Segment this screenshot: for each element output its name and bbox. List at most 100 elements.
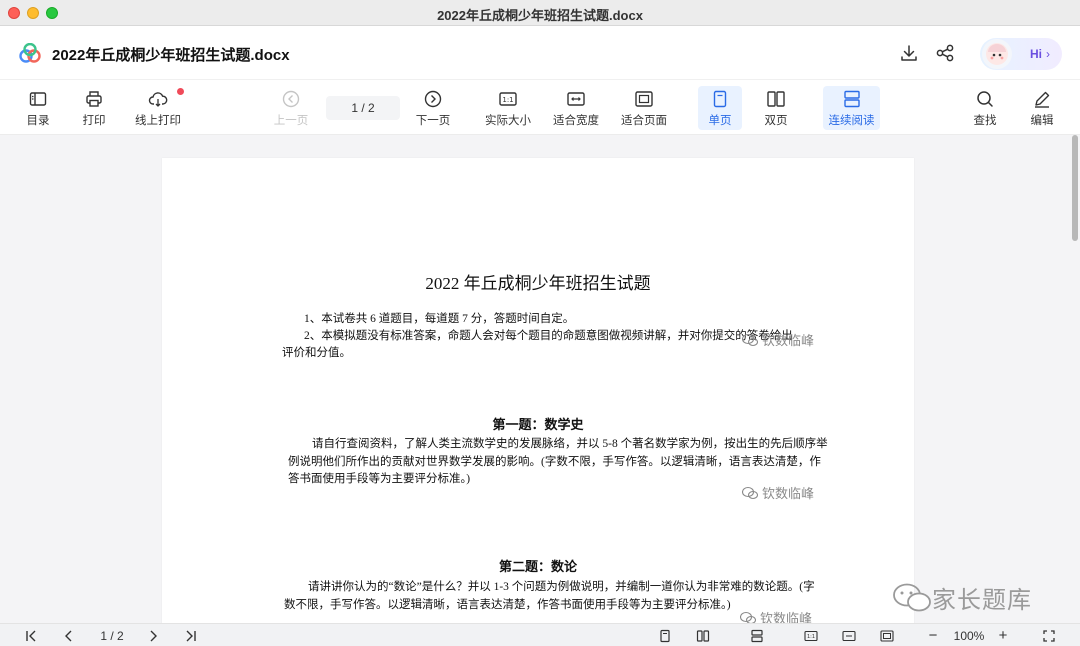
watermark-text: 钦数临峰	[760, 611, 813, 623]
toc-button[interactable]: 目录	[22, 86, 54, 130]
watermark: 钦数临峰	[742, 330, 814, 349]
zoom-out-button[interactable]: −	[924, 627, 942, 644]
share-button[interactable]	[934, 42, 956, 64]
double-page-icon	[696, 629, 710, 642]
fit-width-icon	[567, 92, 585, 106]
svg-text:1:1: 1:1	[807, 634, 815, 640]
edit-button[interactable]: 编辑	[1025, 86, 1059, 130]
online-print-button[interactable]: 线上打印	[130, 86, 186, 130]
next-page-small-button[interactable]	[144, 627, 162, 644]
app-logo-icon	[19, 43, 41, 63]
toc-icon	[29, 92, 47, 106]
section-1-line-3: 答书面使用手段等为主要评分标准。)	[288, 473, 471, 485]
status-bar: 1 / 2 1:1 − 100% +	[0, 623, 1080, 646]
find-label: 查找	[973, 115, 997, 127]
single-page-icon	[660, 629, 670, 642]
app-header: 2022年丘成桐少年班招生试题.docx Hi ›	[0, 26, 1080, 80]
toolbar: 目录 打印 线上打印 上一页 下一页 1:1 实际大小 适合宽度 适合页面 单页…	[0, 80, 1080, 135]
wechat-icon	[893, 583, 931, 611]
section-2-line-2: 数不限，手写作答。以逻辑清晰，语言表达清楚，作答书面使用手段等为主要评分标准。)	[284, 599, 731, 611]
fit-width-button[interactable]: 适合宽度	[550, 86, 602, 130]
continuous-read-button[interactable]: 连续阅读	[823, 86, 880, 130]
status-actual-size-button[interactable]: 1:1	[802, 627, 820, 644]
fit-width-label: 适合宽度	[553, 115, 599, 127]
continuous-read-icon	[843, 90, 860, 108]
note-line-1: 1、本试卷共 6 道题目，每道题 7 分，答题时间自定。	[304, 313, 575, 325]
printer-icon	[86, 91, 102, 107]
assistant-face-icon	[986, 43, 1008, 65]
chevron-left-circle-icon	[282, 90, 300, 108]
note-line-2: 2、本模拟题没有标准答案，命题人会对每个题目的命题意图做视频讲解，并对你提交的答…	[304, 330, 793, 342]
page-indicator-input[interactable]: 1 / 2	[326, 96, 400, 120]
fullscreen-icon	[1043, 629, 1055, 642]
double-page-button[interactable]: 双页	[758, 86, 794, 130]
search-icon	[977, 91, 993, 107]
pencil-icon	[1035, 91, 1050, 108]
document-heading: 2022 年丘成桐少年班招生试题	[425, 274, 651, 293]
share-icon	[936, 44, 954, 62]
online-print-label: 线上打印	[135, 115, 181, 127]
prev-page-label: 上一页	[273, 115, 309, 127]
toc-label: 目录	[26, 115, 50, 127]
document-viewer[interactable]: 2022 年丘成桐少年班招生试题 1、本试卷共 6 道题目，每道题 7 分，答题…	[0, 135, 1080, 623]
continuous-read-label: 连续阅读	[828, 115, 875, 127]
download-button[interactable]	[898, 42, 920, 64]
fullscreen-button[interactable]	[1040, 627, 1058, 644]
actual-size-button[interactable]: 1:1 实际大小	[482, 86, 534, 130]
wechat-icon	[740, 611, 756, 623]
download-icon	[901, 45, 917, 61]
vertical-scrollbar[interactable]	[1072, 135, 1078, 241]
chevron-right-icon	[150, 630, 157, 641]
wechat-icon	[742, 486, 758, 499]
double-page-label: 双页	[764, 115, 788, 127]
note-line-3: 评价和分值。	[282, 347, 351, 359]
section-title-2: 第二题：数论	[498, 559, 577, 574]
section-2-line-1: 请讲讲你认为的“数论”是什么？并以 1-3 个问题为例做说明，并编制一道你认为非…	[308, 581, 815, 593]
status-single-page-button[interactable]	[656, 627, 674, 644]
watermark-text: 钦数临峰	[762, 333, 815, 348]
watermark-text: 钦数临峰	[762, 486, 815, 501]
section-title-1: 第一题：数学史	[492, 417, 584, 432]
zoom-in-button[interactable]: +	[994, 627, 1012, 644]
wechat-icon	[742, 333, 758, 346]
first-page-icon	[26, 630, 36, 641]
overlay-watermark-text: 家长题库	[932, 587, 1032, 614]
status-page-indicator: 1 / 2	[100, 628, 124, 643]
chevron-left-icon	[65, 630, 72, 641]
section-1-line-2: 例说明他们所作出的贡献对世界数学发展的影响。(字数不限，手写作答。以逻辑清晰，语…	[288, 456, 821, 468]
assistant-avatar	[982, 39, 1012, 69]
window-titlebar: 2022年丘成桐少年班招生试题.docx	[0, 0, 1080, 26]
chevron-right-circle-icon	[424, 90, 442, 108]
first-page-button[interactable]	[22, 627, 40, 644]
status-fit-width-button[interactable]	[840, 627, 858, 644]
single-page-icon	[713, 90, 727, 108]
status-fit-page-button[interactable]	[878, 627, 896, 644]
status-double-page-button[interactable]	[694, 627, 712, 644]
fit-page-icon	[635, 91, 653, 107]
prev-page-button[interactable]: 上一页	[272, 86, 310, 130]
fit-page-label: 适合页面	[621, 115, 667, 127]
document-page: 2022 年丘成桐少年班招生试题 1、本试卷共 6 道题目，每道题 7 分，答题…	[162, 158, 914, 623]
single-page-button[interactable]: 单页	[698, 86, 742, 130]
section-1-line-1: 请自行查阅资料，了解人类主流数学史的发展脉络，并以 5-8 个著名数学家为例，按…	[312, 438, 828, 450]
status-continuous-button[interactable]	[748, 627, 766, 644]
assistant-label: Hi	[1030, 47, 1042, 61]
fit-page-icon	[880, 629, 894, 642]
find-button[interactable]: 查找	[968, 86, 1002, 130]
edit-label: 编辑	[1030, 115, 1054, 127]
fit-page-button[interactable]: 适合页面	[618, 86, 670, 130]
next-page-label: 下一页	[415, 115, 451, 127]
next-page-button[interactable]: 下一页	[414, 86, 452, 130]
zoom-level: 100%	[953, 628, 985, 643]
assistant-button[interactable]: Hi ›	[980, 38, 1062, 70]
prev-page-small-button[interactable]	[60, 627, 78, 644]
actual-size-label: 实际大小	[485, 115, 531, 127]
print-button[interactable]: 打印	[78, 86, 110, 130]
window-title: 2022年丘成桐少年班招生试题.docx	[437, 8, 643, 23]
last-page-icon	[186, 630, 196, 641]
last-page-button[interactable]	[182, 627, 200, 644]
watermark: 钦数临峰	[742, 483, 814, 502]
single-page-label: 单页	[708, 115, 732, 127]
fit-width-icon	[842, 630, 856, 641]
chevron-right-icon: ›	[1046, 47, 1050, 61]
